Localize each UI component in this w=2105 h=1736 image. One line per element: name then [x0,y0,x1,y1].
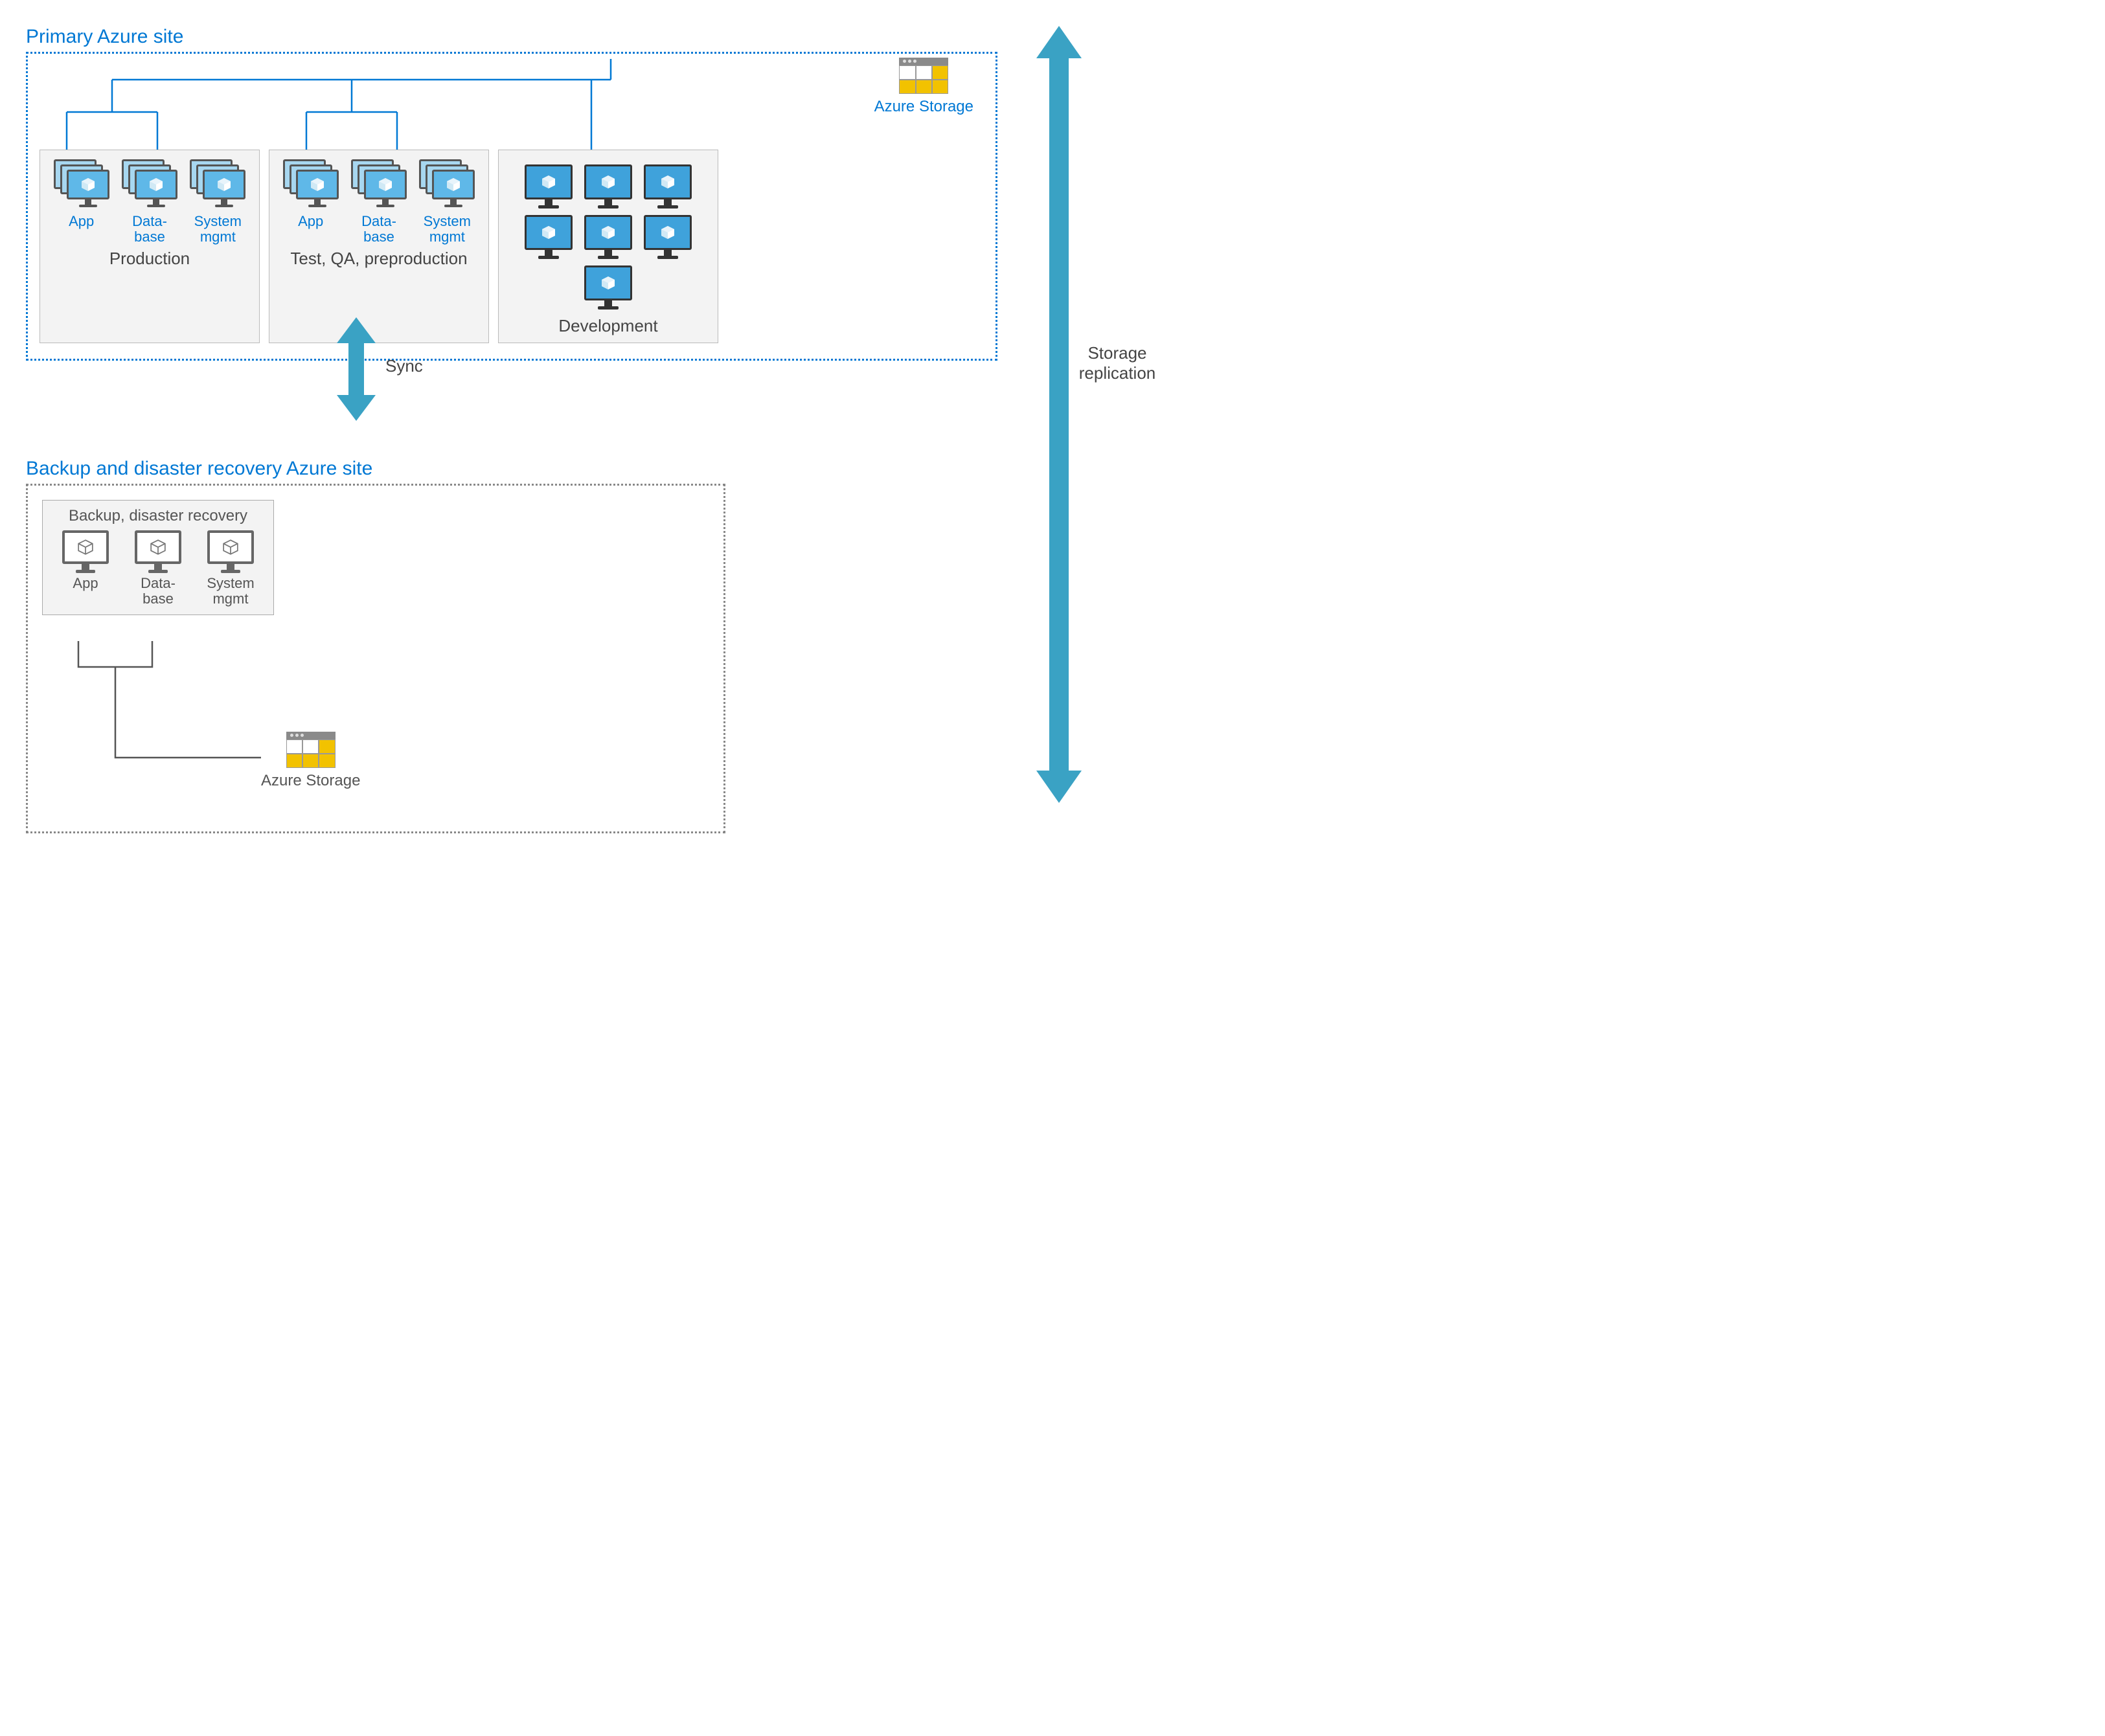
development-zone: Development [498,150,718,343]
production-zone-label: Production [49,249,250,269]
production-zone: App Data- base [40,150,260,343]
test-app-tier: App [279,159,343,245]
storage-icon [286,732,336,768]
primary-azure-storage: Azure Storage [874,58,973,116]
primary-site-container: Azure Storage App [26,52,997,361]
tier-label: App [73,576,98,591]
vm-stack [122,159,177,211]
vm-stack [54,159,109,211]
dr-database-tier: Data- base [127,530,189,607]
tier-label: Data- base [361,214,396,245]
tier-label: App [69,214,94,229]
vm-stack [419,159,475,211]
dev-vm [584,265,632,310]
vm-stack [283,159,339,211]
storage-icon [899,58,948,94]
tier-label: System mgmt [207,576,254,607]
dr-storage-label: Azure Storage [261,772,360,790]
production-app-tier: App [49,159,113,245]
storage-replication-label: Storage replication [1069,343,1166,383]
tier-label: Data- base [132,214,167,245]
test-database-tier: Data- base [347,159,411,245]
primary-site-title: Primary Azure site [26,26,997,48]
development-zone-label: Development [508,316,709,336]
dr-app-tier: App [54,530,117,607]
dr-azure-storage: Azure Storage [261,732,360,790]
production-database-tier: Data- base [117,159,181,245]
test-zone-label: Test, QA, preproduction [279,249,479,269]
dr-site-container: Backup, disaster recovery App Data- base… [26,484,725,833]
backup-dr-zone: Backup, disaster recovery App Data- base… [42,500,274,615]
tier-label: System mgmt [424,214,471,245]
dr-site-title: Backup and disaster recovery Azure site [26,458,997,480]
dev-vm [584,164,632,209]
test-system-mgmt-tier: System mgmt [415,159,479,245]
dr-vm [62,530,109,573]
dr-system-mgmt-tier: System mgmt [199,530,262,607]
architecture-diagram: Storage replication Primary Azure site [26,26,997,829]
vm-stack [190,159,245,211]
dev-vm [525,215,573,259]
test-qa-zone: App Data- base [269,150,489,343]
dev-vm-grid [508,159,709,312]
tier-label: App [298,214,323,229]
production-system-mgmt-tier: System mgmt [186,159,250,245]
tier-label: System mgmt [194,214,242,245]
tier-label: Data- base [141,576,176,607]
dr-vm [207,530,254,573]
backup-dr-zone-heading: Backup, disaster recovery [51,507,266,525]
vm-stack [351,159,407,211]
dev-vm [525,164,573,209]
storage-replication-arrow [1036,26,1082,803]
sync-label: Sync [385,356,423,376]
dev-vm [584,215,632,259]
sync-arrow [337,317,376,421]
dr-vm [135,530,181,573]
primary-storage-label: Azure Storage [874,98,973,116]
dev-vm [644,164,692,209]
dev-vm [644,215,692,259]
